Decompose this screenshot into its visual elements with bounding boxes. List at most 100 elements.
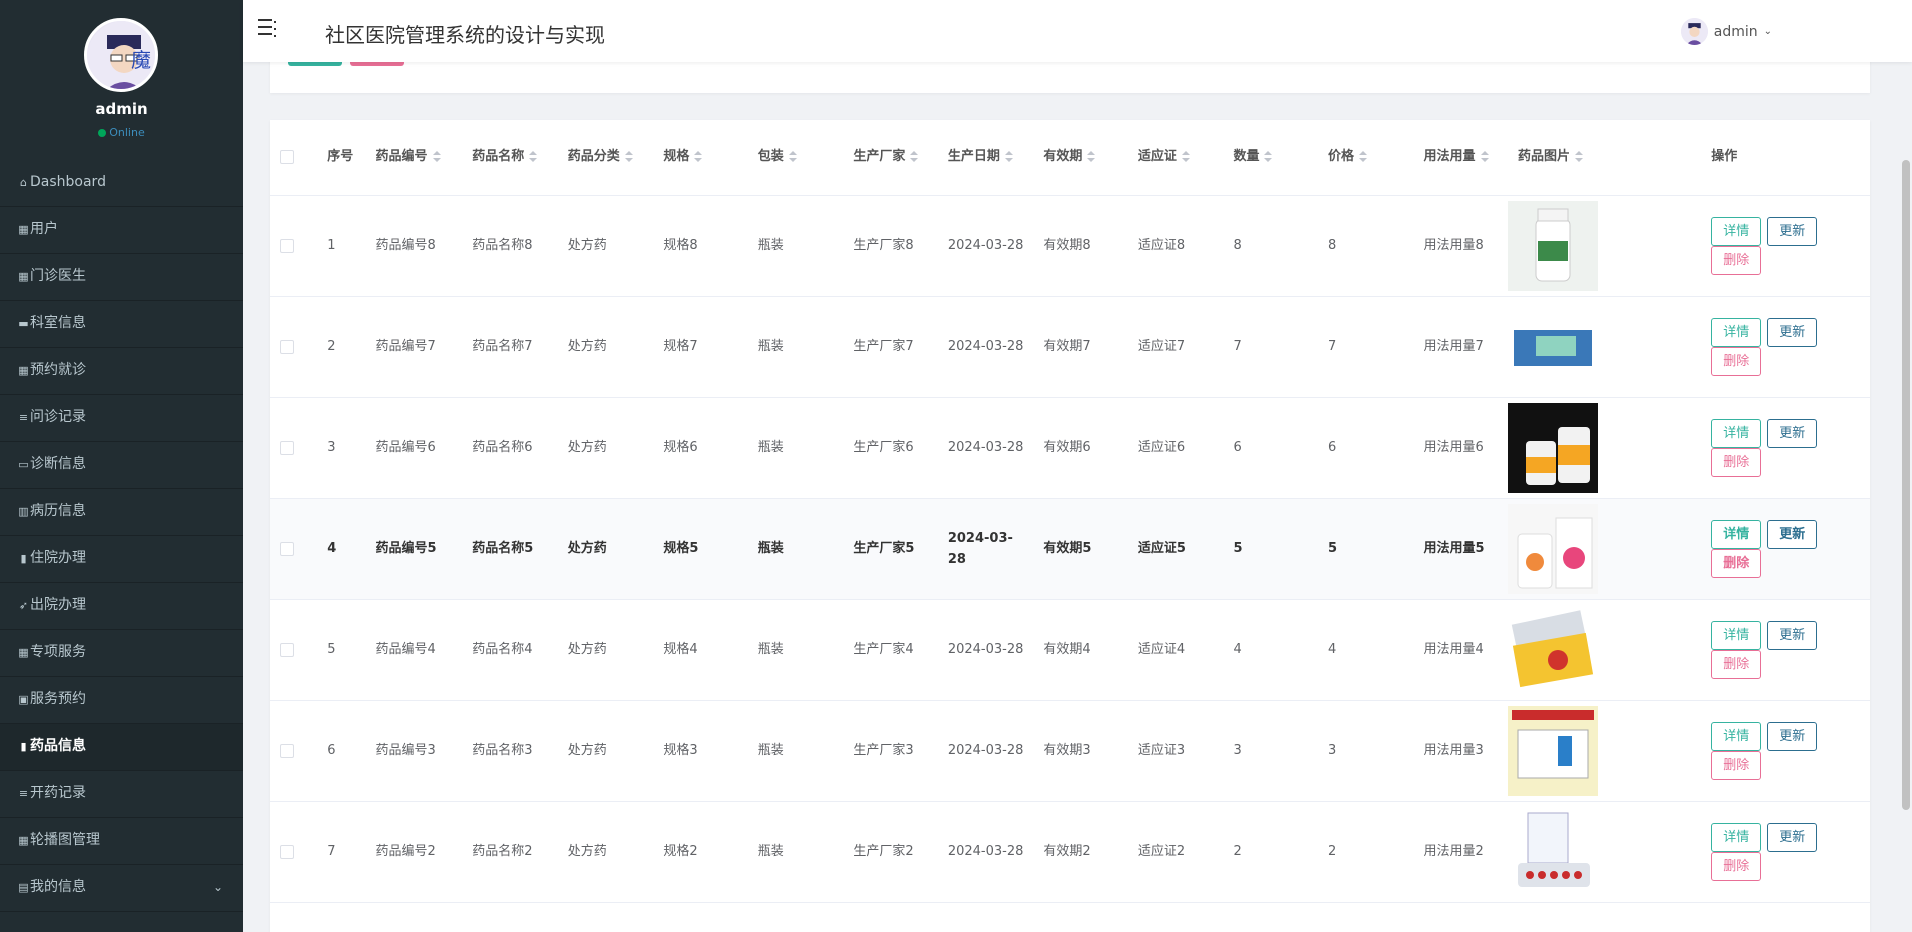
sort-icon[interactable] [1004, 150, 1013, 163]
update-button[interactable]: 更新 [1767, 620, 1818, 650]
sidebar-item-0[interactable]: ⌂ Dashboard [0, 160, 243, 207]
delete-button[interactable]: 删除 [1711, 346, 1762, 376]
cell-no: 4 [317, 498, 366, 600]
column-header-11[interactable]: 价格 [1317, 120, 1414, 196]
sidebar-item-8[interactable]: ▮ 住院办理 [0, 536, 243, 583]
column-header-7[interactable]: 生产日期 [937, 120, 1034, 196]
sidebar-item-10[interactable]: ▦专项服务 [0, 630, 243, 677]
row-checkbox[interactable] [280, 541, 294, 556]
delete-button[interactable]: 删除 [1711, 750, 1762, 780]
detail-button[interactable]: 详情 [1711, 721, 1762, 751]
sidebar-item-14[interactable]: ▦轮播图管理 [0, 818, 243, 865]
select-all-checkbox[interactable] [280, 149, 294, 164]
column-header-5[interactable]: 包装 [747, 120, 844, 196]
sidebar-item-label: 科室信息 [30, 315, 86, 331]
column-header-8[interactable]: 有效期 [1033, 120, 1128, 196]
row-checkbox[interactable] [280, 844, 294, 859]
cell-date: 2024-03-28 [937, 296, 1034, 398]
sidebar-item-7[interactable]: ▥病历信息 [0, 489, 243, 536]
row-checkbox[interactable] [280, 339, 294, 354]
delete-button[interactable]: 删除 [1711, 851, 1762, 881]
update-button[interactable]: 更新 [1767, 418, 1818, 448]
column-header-1[interactable]: 药品编号 [365, 120, 463, 196]
sidebar-item-2[interactable]: ▦门诊医生 [0, 254, 243, 301]
medicine-image[interactable] [1507, 503, 1598, 594]
delete-button[interactable]: 删除 [1711, 447, 1762, 477]
detail-button[interactable]: 详情 [1711, 216, 1762, 246]
detail-button[interactable]: 详情 [1711, 418, 1762, 448]
delete-button[interactable]: 删除 [1711, 649, 1762, 679]
table-row[interactable]: 6 药品编号3 药品名称3 处方药 规格3 瓶装 生产厂家3 2024-03-28 有效期3 适应… [270, 700, 1870, 802]
sort-icon[interactable] [432, 150, 441, 163]
column-header-2[interactable]: 药品名称 [462, 120, 558, 196]
sort-icon[interactable] [529, 150, 538, 163]
sort-icon[interactable] [910, 150, 919, 163]
sort-icon[interactable] [1575, 150, 1583, 163]
detail-button[interactable]: 详情 [1711, 317, 1762, 347]
medicine-image[interactable] [1507, 705, 1598, 796]
sort-icon[interactable] [1181, 150, 1190, 163]
user-avatar[interactable]: 魔 [84, 18, 158, 92]
sidebar-item-15[interactable]: ▤我的信息 ⌄ [0, 865, 243, 912]
sidebar-item-11[interactable]: ▣服务预约 [0, 677, 243, 724]
column-header-4[interactable]: 规格 [653, 120, 748, 196]
column-header-0: 序号 [317, 120, 366, 196]
table-row[interactable]: 4 药品编号5 药品名称5 处方药 规格5 瓶装 生产厂家5 2024-03-28 有效期5 适应… [270, 498, 1870, 600]
column-header-10[interactable]: 数量 [1223, 120, 1318, 196]
sidebar-item-12[interactable]: ▮ 药品信息 [0, 724, 243, 771]
scrollbar[interactable] [1902, 160, 1910, 810]
detail-button[interactable]: 详情 [1711, 519, 1762, 549]
column-header-13[interactable]: 药品图片 [1507, 120, 1702, 196]
sort-icon[interactable] [1087, 150, 1096, 163]
row-checkbox[interactable] [280, 743, 294, 758]
cell-spec: 规格4 [653, 599, 748, 701]
sort-icon[interactable] [694, 150, 703, 163]
table-row[interactable]: 1 药品编号8 药品名称8 处方药 规格8 瓶装 生产厂家8 2024-03-28 有效期8 适应… [270, 195, 1870, 297]
column-header-3[interactable]: 药品分类 [557, 120, 654, 196]
sort-icon[interactable] [624, 150, 633, 163]
sort-icon[interactable] [788, 150, 797, 163]
column-header-9[interactable]: 适应证 [1127, 120, 1224, 196]
cell-maker: 生产厂家4 [843, 599, 938, 701]
sort-icon[interactable] [1480, 150, 1489, 163]
table-row[interactable]: 3 药品编号6 药品名称6 处方药 规格6 瓶装 生产厂家6 2024-03-28 有效期6 适应… [270, 397, 1870, 499]
delete-button[interactable]: 删除 [1711, 548, 1762, 578]
sidebar-item-5[interactable]: ≡ 问诊记录 [0, 395, 243, 442]
sidebar-item-3[interactable]: ▬科室信息 [0, 301, 243, 348]
cell-date: 2024-03-28 [937, 801, 1034, 903]
sidebar-item-6[interactable]: ▭诊断信息 [0, 442, 243, 489]
sidebar-item-4[interactable]: ▦预约就诊 [0, 348, 243, 395]
id-card-icon: ▤ [18, 881, 29, 894]
update-button[interactable]: 更新 [1767, 216, 1818, 246]
cell-image [1507, 195, 1702, 297]
user-dropdown[interactable]: admin ⌄ [1680, 18, 1772, 45]
update-button[interactable]: 更新 [1767, 519, 1818, 549]
row-checkbox[interactable] [280, 440, 294, 455]
detail-button[interactable]: 详情 [1711, 620, 1762, 650]
sidebar-item-1[interactable]: ▦用户 [0, 207, 243, 254]
sidebar-item-9[interactable]: ➶ 出院办理 [0, 583, 243, 630]
update-button[interactable]: 更新 [1767, 317, 1818, 347]
medicine-image[interactable] [1507, 806, 1598, 897]
medicine-image[interactable] [1507, 301, 1598, 392]
sort-icon[interactable] [1264, 150, 1273, 163]
sort-icon[interactable] [1358, 150, 1367, 163]
medicine-image[interactable] [1507, 200, 1598, 291]
table-row[interactable]: 2 药品编号7 药品名称7 处方药 规格7 瓶装 生产厂家7 2024-03-28 有效期7 适应… [270, 296, 1870, 398]
row-checkbox[interactable] [280, 642, 294, 657]
column-header-12[interactable]: 用法用量 [1413, 120, 1508, 196]
column-header-6[interactable]: 生产厂家 [843, 120, 938, 196]
medicine-image[interactable] [1507, 402, 1598, 493]
menu-toggle-icon[interactable] [258, 19, 278, 39]
detail-button[interactable]: 详情 [1711, 822, 1762, 852]
medicine-image[interactable] [1507, 604, 1598, 695]
sidebar-item-13[interactable]: ≡ 开药记录 [0, 771, 243, 818]
update-button[interactable]: 更新 [1767, 822, 1818, 852]
table-row[interactable]: 7 药品编号2 药品名称2 处方药 规格2 瓶装 生产厂家2 2024-03-28 有效期2 适应… [270, 801, 1870, 903]
row-checkbox[interactable] [280, 238, 294, 253]
cell-ind: 适应证8 [1127, 195, 1224, 297]
update-button[interactable]: 更新 [1767, 721, 1818, 751]
cell-price: 7 [1317, 296, 1414, 398]
delete-button[interactable]: 删除 [1711, 245, 1762, 275]
table-row[interactable]: 5 药品编号4 药品名称4 处方药 规格4 瓶装 生产厂家4 2024-03-28 有效期4 适应… [270, 599, 1870, 701]
